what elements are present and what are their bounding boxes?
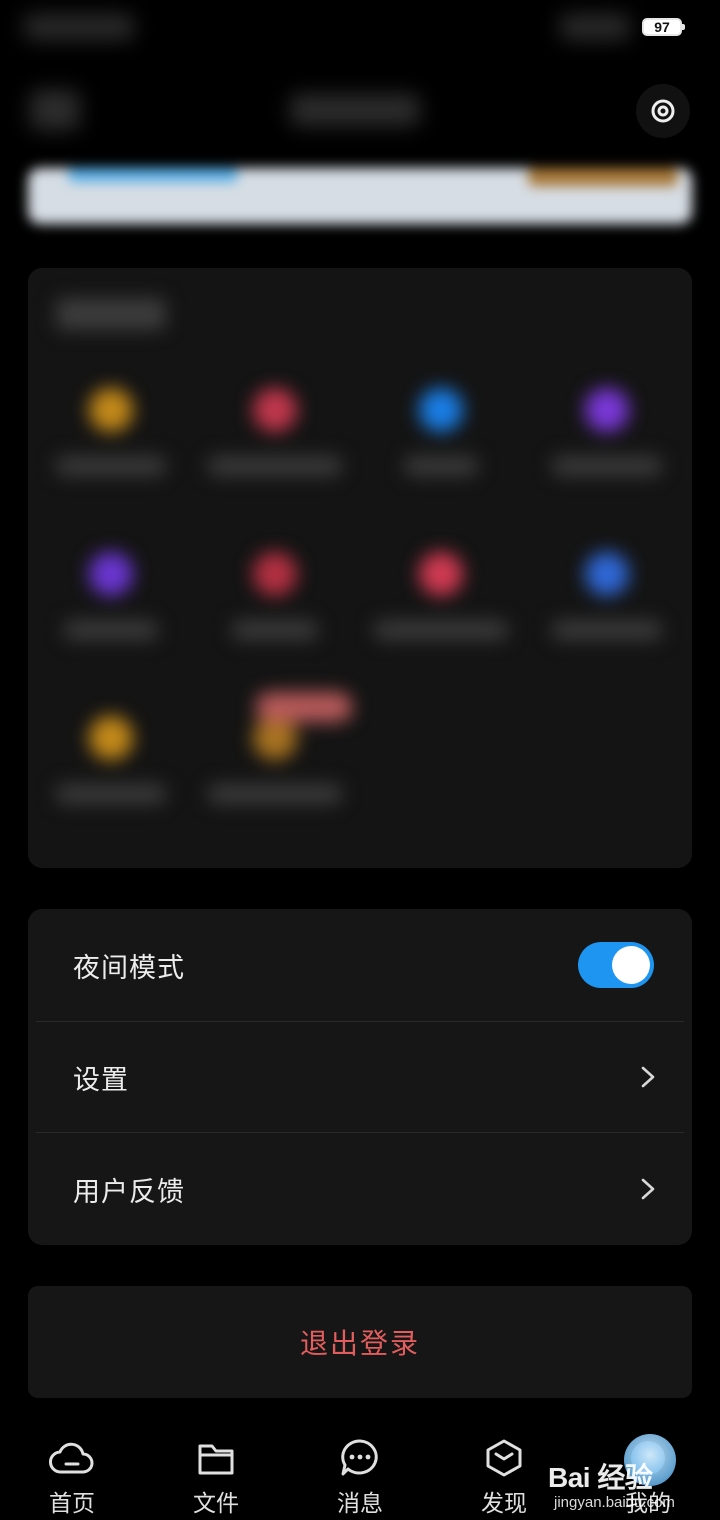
settings-row[interactable]: 设置 [28,1021,692,1133]
toggle-knob [612,946,650,984]
scan-icon[interactable] [636,84,690,138]
promo-banner[interactable] [28,168,692,224]
nav-label-home: 首页 [49,1490,95,1516]
tool-item[interactable] [200,368,350,488]
tool-item[interactable] [200,532,350,652]
status-icons-blurred [560,14,630,40]
night-mode-row[interactable]: 夜间模式 [28,909,692,1021]
nav-item-discover[interactable]: 发现 [432,1410,576,1520]
logout-button[interactable]: 退出登录 [28,1286,692,1398]
nav-label-files: 文件 [193,1490,239,1516]
tool-item[interactable] [366,368,516,488]
nav-item-mine[interactable]: 我的 [576,1410,720,1520]
tools-title-blurred [56,298,166,330]
feedback-label: 用户反馈 [73,1176,185,1207]
scan-icon-glyph [651,99,675,123]
nav-label-discover: 发现 [481,1490,527,1516]
battery-icon: 97 [642,18,685,36]
battery-level: 97 [654,19,670,35]
cloud-icon [49,1442,94,1474]
tool-item[interactable] [36,532,186,652]
night-mode-toggle[interactable] [578,942,654,988]
status-time-blurred [24,14,134,40]
tool-item[interactable] [36,368,186,488]
tool-item[interactable] [532,368,682,488]
header-left-blurred [30,90,80,130]
tool-item[interactable] [366,532,516,652]
logout-label: 退出登录 [299,1328,420,1359]
settings-label: 设置 [73,1064,129,1095]
folder-icon [198,1444,234,1475]
header-title-blurred [290,94,420,126]
nav-label-mine: 我的 [625,1490,671,1516]
nav-item-messages[interactable]: 消息 [288,1410,432,1520]
tools-panel [28,268,692,868]
chevron-right-icon [641,1178,655,1200]
discover-icon [486,1439,522,1477]
profile-header [0,56,720,156]
banner-stripe [68,168,238,182]
nav-label-messages: 消息 [337,1490,383,1516]
nav-item-home[interactable]: 首页 [0,1410,144,1520]
tool-item[interactable] [36,696,186,816]
hot-badge-blurred [256,692,352,722]
nav-item-files[interactable]: 文件 [144,1410,288,1520]
bottom-nav: 首页 文件 消息 发现 我的 [0,1410,720,1520]
chevron-right-icon [641,1066,655,1088]
settings-card: 夜间模式 设置 用户反馈 [28,909,692,1245]
tools-grid-blurred [28,268,692,868]
feedback-row[interactable]: 用户反馈 [28,1133,692,1245]
banner-button [528,168,678,186]
avatar [631,1441,665,1475]
screen: 97 夜间模式 设置 用户反馈 退出登录 首页 文件 消息 发现 我的 Bai … [0,0,720,1520]
message-icon [341,1439,378,1476]
night-mode-label: 夜间模式 [73,952,185,983]
status-bar: 97 [0,0,720,56]
tool-item[interactable] [532,532,682,652]
